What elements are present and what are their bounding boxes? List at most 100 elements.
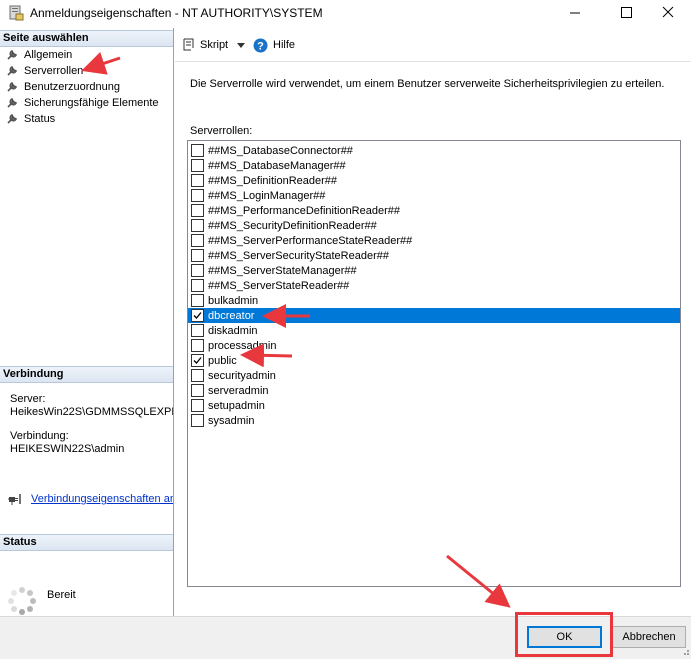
role-checkbox[interactable] [191,159,204,172]
minimize-button[interactable] [552,0,598,26]
role-item[interactable]: sysadmin [188,413,680,428]
role-name: ##MS_PerformanceDefinitionReader## [208,204,400,217]
role-item[interactable]: diskadmin [188,323,680,338]
role-checkbox-checked[interactable] [191,309,204,322]
role-checkbox[interactable] [191,384,204,397]
connection-value: HEIKESWIN22S\admin [10,443,125,455]
svg-text:?: ? [257,40,264,52]
connection-header: Verbindung [0,366,173,383]
role-name: ##MS_SecurityDefinitionReader## [208,219,377,232]
checkmark-icon [193,312,202,319]
role-name: ##MS_ServerStateManager## [208,264,357,277]
maximize-button[interactable] [603,0,649,26]
wrench-icon [7,65,18,76]
role-item[interactable]: ##MS_ServerStateReader## [188,278,680,293]
role-item[interactable]: securityadmin [188,368,680,383]
nav-item-label: Serverrollen [24,65,84,77]
plug-icon [8,494,21,505]
role-checkbox[interactable] [191,219,204,232]
role-checkbox[interactable] [191,414,204,427]
role-item[interactable]: ##MS_DefinitionReader## [188,173,680,188]
resize-grip-icon[interactable] [680,646,690,656]
close-icon [662,6,674,18]
role-checkbox[interactable] [191,249,204,262]
description-text: Die Serverrolle wird verwendet, um einem… [190,78,665,90]
toolbar: Skript ? Hilfe [175,28,691,62]
role-checkbox[interactable] [191,144,204,157]
role-item-selected[interactable]: dbcreator [188,308,680,323]
role-item[interactable]: processadmin [188,338,680,353]
progress-spinner-icon [8,587,36,615]
role-checkbox[interactable] [191,204,204,217]
help-label: Hilfe [273,39,296,51]
highlight-box [515,612,613,657]
script-icon [183,38,194,51]
wrench-icon [7,97,18,108]
nav-item-label: Benutzerzuordnung [24,81,121,93]
role-item[interactable]: ##MS_ServerStateManager## [188,263,680,278]
maximize-icon [621,7,632,18]
minimize-icon [570,12,580,14]
window-title: Anmeldungseigenschaften - NT AUTHORITY\S… [30,6,323,20]
nav-item-status[interactable]: Status [6,111,55,127]
role-name: ##MS_ServerSecurityStateReader## [208,249,389,262]
role-item[interactable]: ##MS_DatabaseManager## [188,158,680,173]
role-checkbox[interactable] [191,339,204,352]
role-name: securityadmin [208,369,276,382]
role-name: processadmin [208,339,277,352]
cancel-button[interactable]: Abbrechen [612,626,686,648]
chevron-down-icon[interactable] [234,38,248,52]
wrench-icon [7,113,18,124]
status-header: Status [0,534,173,551]
server-roles-list[interactable]: ##MS_DatabaseConnector## ##MS_DatabaseMa… [187,140,681,587]
title-bar: Anmeldungseigenschaften - NT AUTHORITY\S… [0,0,691,26]
role-name: diskadmin [208,324,258,337]
nav-item-label: Allgemein [24,49,73,61]
role-checkbox[interactable] [191,369,204,382]
nav-item-benutzerzuordnung[interactable]: Benutzerzuordnung [6,79,120,95]
role-checkbox[interactable] [191,279,204,292]
nav-item-serverrollen[interactable]: Serverrollen [6,63,83,79]
nav-item-label: Sicherungsfähige Elemente [24,97,159,109]
role-name: ##MS_DatabaseConnector## [208,144,353,157]
role-name: ##MS_DefinitionReader## [208,174,338,187]
role-name: ##MS_ServerStateReader## [208,279,350,292]
role-checkbox[interactable] [191,324,204,337]
role-name: ##MS_ServerPerformanceStateReader## [208,234,413,247]
role-item[interactable]: ##MS_ServerSecurityStateReader## [188,248,680,263]
role-checkbox[interactable] [191,234,204,247]
help-icon: ? [253,38,268,52]
status-value: Bereit [47,589,76,601]
role-item[interactable]: public [188,353,680,368]
role-name: ##MS_DatabaseManager## [208,159,346,172]
role-item[interactable]: ##MS_LoginManager## [188,188,680,203]
script-button[interactable]: Skript [181,36,248,54]
role-name: serveradmin [208,384,269,397]
role-checkbox[interactable] [191,264,204,277]
close-button[interactable] [645,0,691,26]
role-checkbox[interactable] [191,294,204,307]
left-pane: Seite auswählen Allgemein Serverrollen B… [0,28,174,616]
role-checkbox[interactable] [191,189,204,202]
connection-properties-link[interactable]: Verbindungseigenschaften anz [31,493,173,505]
role-item[interactable]: ##MS_ServerPerformanceStateReader## [188,233,680,248]
role-item[interactable]: ##MS_SecurityDefinitionReader## [188,218,680,233]
role-item[interactable]: ##MS_PerformanceDefinitionReader## [188,203,680,218]
role-item[interactable]: setupadmin [188,398,680,413]
role-item[interactable]: serveradmin [188,383,680,398]
server-value: HeikesWin22S\GDMMSSQLEXPR [10,406,173,418]
checkmark-icon [193,357,202,364]
wrench-icon [7,81,18,92]
role-item[interactable]: bulkadmin [188,293,680,308]
roles-label: Serverrollen: [190,125,253,137]
script-label: Skript [200,39,229,51]
nav-item-sicherungsfaehige-elemente[interactable]: Sicherungsfähige Elemente [6,95,159,111]
role-checkbox-checked[interactable] [191,354,204,367]
role-name: sysadmin [208,414,255,427]
help-button[interactable]: ? Hilfe [253,36,295,54]
nav-item-allgemein[interactable]: Allgemein [6,47,72,63]
role-checkbox[interactable] [191,174,204,187]
role-item[interactable]: ##MS_DatabaseConnector## [188,143,680,158]
nav-item-label: Status [24,113,56,125]
role-checkbox[interactable] [191,399,204,412]
